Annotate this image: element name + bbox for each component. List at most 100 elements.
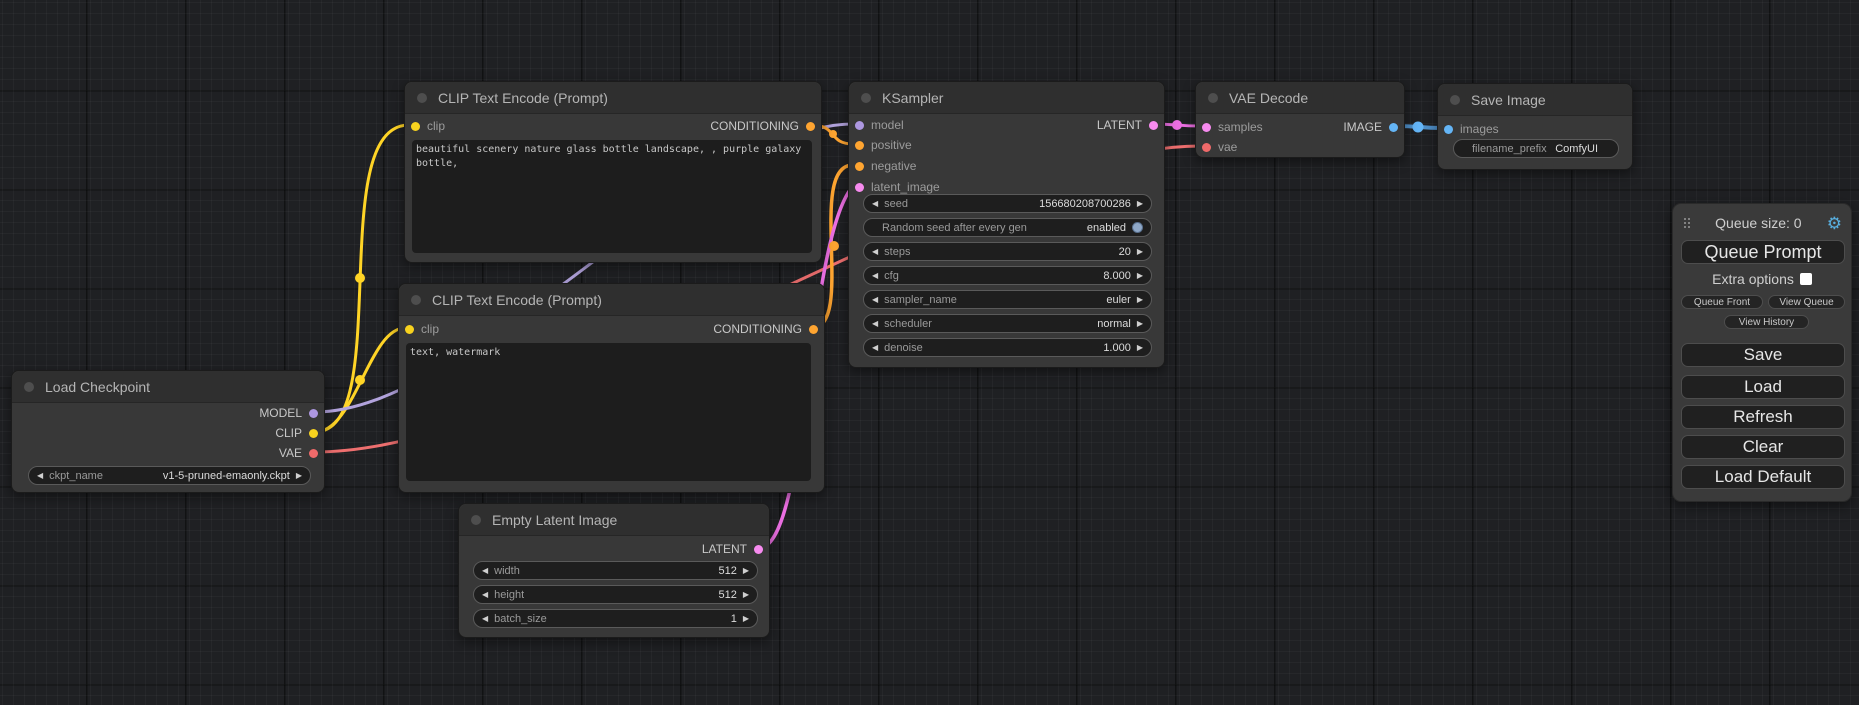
latent-slot-dot[interactable] <box>1149 121 1158 130</box>
clear-button[interactable]: Clear <box>1681 435 1845 459</box>
extra-options-checkbox[interactable] <box>1800 273 1812 285</box>
width-widget[interactable]: ◀ width 512 ▶ <box>473 561 758 580</box>
toggle-on-icon[interactable] <box>1132 222 1143 233</box>
comfyui-canvas[interactable]: { "colors": { "canvas_bg": "#1f2023", "n… <box>0 0 1859 705</box>
input-slot-images[interactable]: images <box>1444 119 1499 139</box>
latent-slot-dot[interactable] <box>1202 123 1211 132</box>
load-button[interactable]: Load <box>1681 375 1845 399</box>
output-slot-vae[interactable]: VAE <box>279 443 318 463</box>
input-slot-model[interactable]: model <box>855 115 904 135</box>
queue-panel[interactable]: Queue size: 0 ⚙ Queue Prompt Extra optio… <box>1672 203 1852 502</box>
conditioning-slot-dot[interactable] <box>806 122 815 131</box>
latent-slot-dot[interactable] <box>754 545 763 554</box>
input-slot-positive[interactable]: positive <box>855 135 912 155</box>
node-clip-text-encode-positive[interactable]: CLIP Text Encode (Prompt) clip CONDITION… <box>404 81 822 263</box>
output-slot-latent[interactable]: LATENT <box>1097 115 1158 135</box>
increment-icon[interactable]: ▶ <box>296 472 302 480</box>
output-slot-latent[interactable]: LATENT <box>702 539 763 559</box>
decrement-icon[interactable]: ◀ <box>872 296 878 304</box>
positive-prompt-textarea[interactable]: beautiful scenery nature glass bottle la… <box>412 140 812 253</box>
collapse-dot[interactable] <box>411 295 421 305</box>
view-queue-button[interactable]: View Queue <box>1768 295 1845 309</box>
output-slot-conditioning[interactable]: CONDITIONING <box>710 116 815 136</box>
node-title-bar[interactable]: Load Checkpoint <box>12 371 324 403</box>
increment-icon[interactable]: ▶ <box>1137 200 1143 208</box>
increment-icon[interactable]: ▶ <box>743 591 749 599</box>
input-slot-vae[interactable]: vae <box>1202 137 1237 157</box>
negative-prompt-textarea[interactable]: text, watermark <box>406 343 811 481</box>
conditioning-slot-dot[interactable] <box>855 141 864 150</box>
node-title-bar[interactable]: CLIP Text Encode (Prompt) <box>405 82 821 114</box>
node-title-bar[interactable]: KSampler <box>849 82 1164 114</box>
steps-widget[interactable]: ◀ steps 20 ▶ <box>863 242 1152 261</box>
node-title-bar[interactable]: CLIP Text Encode (Prompt) <box>399 284 824 316</box>
conditioning-slot-dot[interactable] <box>855 162 864 171</box>
model-slot-dot[interactable] <box>309 409 318 418</box>
seed-widget[interactable]: ◀ seed 156680208700286 ▶ <box>863 194 1152 213</box>
model-slot-dot[interactable] <box>855 121 864 130</box>
node-vae-decode[interactable]: VAE Decode samples vae IMAGE <box>1195 81 1405 158</box>
decrement-icon[interactable]: ◀ <box>872 320 878 328</box>
collapse-dot[interactable] <box>24 382 34 392</box>
latent-slot-dot[interactable] <box>855 183 864 192</box>
increment-icon[interactable]: ▶ <box>1137 272 1143 280</box>
vae-slot-dot[interactable] <box>309 449 318 458</box>
vae-slot-dot[interactable] <box>1202 143 1211 152</box>
node-clip-text-encode-negative[interactable]: CLIP Text Encode (Prompt) clip CONDITION… <box>398 283 825 493</box>
node-save-image[interactable]: Save Image images filename_prefix ComfyU… <box>1437 83 1633 170</box>
node-title-bar[interactable]: Save Image <box>1438 84 1632 116</box>
node-ksampler[interactable]: KSampler model positive negative latent_… <box>848 81 1165 368</box>
collapse-dot[interactable] <box>861 93 871 103</box>
node-load-checkpoint[interactable]: Load Checkpoint MODEL CLIP VAE ◀ ckpt_na… <box>11 370 325 493</box>
ckpt-name-widget[interactable]: ◀ ckpt_name v1-5-pruned-emaonly.ckpt ▶ <box>28 466 311 485</box>
filename-prefix-widget[interactable]: filename_prefix ComfyUI <box>1453 139 1619 158</box>
collapse-dot[interactable] <box>417 93 427 103</box>
decrement-icon[interactable]: ◀ <box>872 344 878 352</box>
input-slot-clip[interactable]: clip <box>405 319 439 339</box>
output-slot-conditioning[interactable]: CONDITIONING <box>713 319 818 339</box>
scheduler-widget[interactable]: ◀ scheduler normal ▶ <box>863 314 1152 333</box>
clip-slot-dot[interactable] <box>411 122 420 131</box>
decrement-icon[interactable]: ◀ <box>482 591 488 599</box>
decrement-icon[interactable]: ◀ <box>872 248 878 256</box>
denoise-widget[interactable]: ◀ denoise 1.000 ▶ <box>863 338 1152 357</box>
input-slot-samples[interactable]: samples <box>1202 117 1263 137</box>
decrement-icon[interactable]: ◀ <box>37 472 43 480</box>
decrement-icon[interactable]: ◀ <box>482 567 488 575</box>
queue-prompt-button[interactable]: Queue Prompt <box>1681 240 1845 264</box>
node-empty-latent-image[interactable]: Empty Latent Image LATENT ◀ width 512 ▶ … <box>458 503 770 638</box>
node-title-bar[interactable]: VAE Decode <box>1196 82 1404 114</box>
image-slot-dot[interactable] <box>1389 123 1398 132</box>
decrement-icon[interactable]: ◀ <box>482 615 488 623</box>
increment-icon[interactable]: ▶ <box>1137 344 1143 352</box>
queue-front-button[interactable]: Queue Front <box>1681 295 1763 309</box>
batch-size-widget[interactable]: ◀ batch_size 1 ▶ <box>473 609 758 628</box>
decrement-icon[interactable]: ◀ <box>872 200 878 208</box>
input-slot-clip[interactable]: clip <box>411 116 445 136</box>
clip-slot-dot[interactable] <box>405 325 414 334</box>
random-seed-toggle[interactable]: Random seed after every gen enabled <box>863 218 1152 237</box>
load-default-button[interactable]: Load Default <box>1681 465 1845 489</box>
decrement-icon[interactable]: ◀ <box>872 272 878 280</box>
save-button[interactable]: Save <box>1681 343 1845 367</box>
gear-icon[interactable]: ⚙ <box>1827 215 1842 232</box>
output-slot-model[interactable]: MODEL <box>259 403 318 423</box>
collapse-dot[interactable] <box>1208 93 1218 103</box>
height-widget[interactable]: ◀ height 512 ▶ <box>473 585 758 604</box>
input-slot-negative[interactable]: negative <box>855 156 916 176</box>
increment-icon[interactable]: ▶ <box>743 567 749 575</box>
node-title-bar[interactable]: Empty Latent Image <box>459 504 769 536</box>
cfg-widget[interactable]: ◀ cfg 8.000 ▶ <box>863 266 1152 285</box>
conditioning-slot-dot[interactable] <box>809 325 818 334</box>
increment-icon[interactable]: ▶ <box>1137 248 1143 256</box>
collapse-dot[interactable] <box>471 515 481 525</box>
view-history-button[interactable]: View History <box>1724 315 1809 329</box>
output-slot-image[interactable]: IMAGE <box>1343 117 1398 137</box>
increment-icon[interactable]: ▶ <box>743 615 749 623</box>
sampler-name-widget[interactable]: ◀ sampler_name euler ▶ <box>863 290 1152 309</box>
collapse-dot[interactable] <box>1450 95 1460 105</box>
output-slot-clip[interactable]: CLIP <box>275 423 318 443</box>
increment-icon[interactable]: ▶ <box>1137 296 1143 304</box>
refresh-button[interactable]: Refresh <box>1681 405 1845 429</box>
increment-icon[interactable]: ▶ <box>1137 320 1143 328</box>
